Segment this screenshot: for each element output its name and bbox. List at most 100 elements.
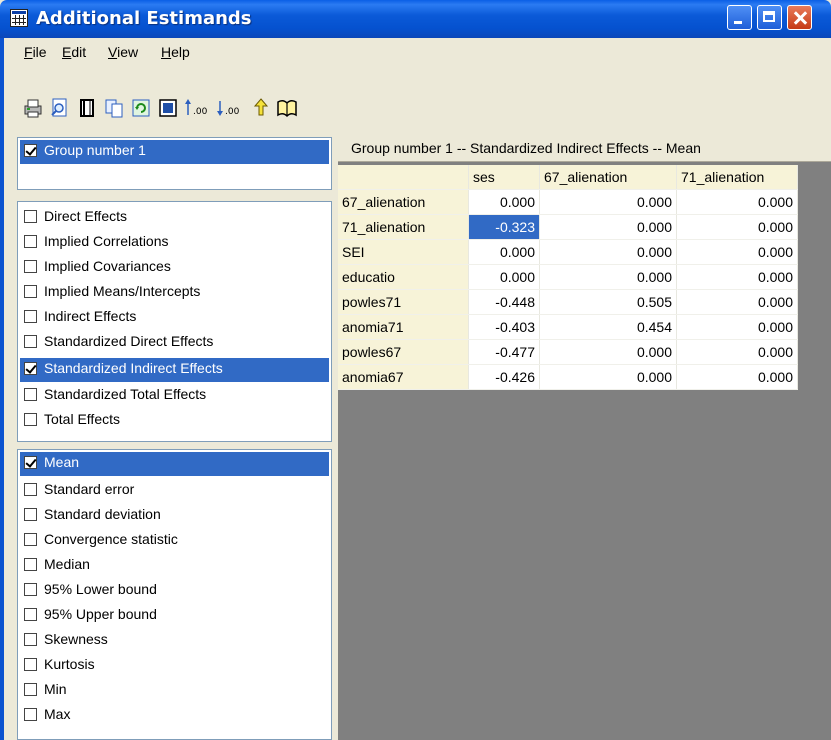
- estimand-checkbox[interactable]: [24, 388, 37, 401]
- statistic-item-selected[interactable]: Mean: [20, 452, 329, 476]
- estimand-checkbox[interactable]: [24, 310, 37, 323]
- estimand-item[interactable]: Total Effects: [24, 409, 337, 433]
- statistic-checkbox[interactable]: [24, 583, 37, 596]
- statistic-item[interactable]: Min: [24, 679, 337, 703]
- table-icon: [10, 9, 28, 27]
- row-header[interactable]: educatio: [338, 264, 469, 290]
- estimand-item[interactable]: Standardized Direct Effects: [24, 331, 337, 355]
- statistic-checkbox[interactable]: [24, 658, 37, 671]
- table-cell[interactable]: 0.505: [539, 289, 677, 315]
- statistic-item[interactable]: Convergence statistic: [24, 529, 337, 553]
- decrease-decimals-icon[interactable]: .00: [216, 97, 244, 119]
- table-cell[interactable]: 0.000: [539, 189, 677, 215]
- table-cell[interactable]: 0.000: [676, 339, 798, 365]
- title-bar[interactable]: Additional Estimands: [0, 0, 831, 38]
- statistic-item[interactable]: 95% Lower bound: [24, 579, 337, 603]
- statistic-item[interactable]: Standard deviation: [24, 504, 337, 528]
- statistic-item[interactable]: 95% Upper bound: [24, 604, 337, 628]
- table-cell[interactable]: 0.000: [676, 289, 798, 315]
- estimand-item[interactable]: Standardized Total Effects: [24, 384, 337, 408]
- row-header[interactable]: SEI: [338, 239, 469, 265]
- row-header[interactable]: 71_alienation: [338, 214, 469, 240]
- copy-page-icon[interactable]: [76, 97, 98, 119]
- statistic-checkbox[interactable]: [24, 683, 37, 696]
- increase-decimals-icon[interactable]: .00: [184, 97, 212, 119]
- print-icon[interactable]: [22, 97, 44, 119]
- estimand-item[interactable]: Direct Effects: [24, 206, 337, 230]
- results-panel: Group number 1 -- Standardized Indirect …: [338, 136, 831, 740]
- column-header[interactable]: ses: [468, 165, 540, 190]
- close-button[interactable]: [787, 5, 812, 30]
- table-row: 67_alienation 0.000 0.000 0.000: [338, 189, 798, 215]
- row-header[interactable]: anomia71: [338, 314, 469, 340]
- table-cell[interactable]: 0.000: [468, 264, 540, 290]
- table-cell[interactable]: 0.000: [539, 339, 677, 365]
- results-table[interactable]: ses 67_alienation 71_alienation 67_alien…: [338, 165, 798, 390]
- estimand-checkbox[interactable]: [24, 285, 37, 298]
- table-cell[interactable]: -0.403: [468, 314, 540, 340]
- help-book-icon[interactable]: [276, 97, 298, 119]
- statistic-item[interactable]: Median: [24, 554, 337, 578]
- column-header[interactable]: 67_alienation: [539, 165, 677, 190]
- statistic-item[interactable]: Max: [24, 704, 337, 728]
- estimand-checkbox[interactable]: [24, 235, 37, 248]
- hint-icon[interactable]: [250, 97, 272, 119]
- estimand-checkbox[interactable]: [24, 335, 37, 348]
- table-cell[interactable]: 0.000: [676, 364, 798, 390]
- table-cell[interactable]: 0.000: [676, 239, 798, 265]
- table-cell[interactable]: 0.000: [676, 314, 798, 340]
- maximize-button[interactable]: [757, 5, 782, 30]
- minimize-button[interactable]: [727, 5, 752, 30]
- table-cell[interactable]: 0.000: [676, 214, 798, 240]
- statistic-checkbox[interactable]: [24, 483, 37, 496]
- statistic-checkbox[interactable]: [24, 508, 37, 521]
- table-cell[interactable]: 0.000: [539, 364, 677, 390]
- table-cell[interactable]: 0.000: [468, 239, 540, 265]
- estimand-item[interactable]: Indirect Effects: [24, 306, 337, 330]
- statistic-checkbox[interactable]: [24, 456, 37, 469]
- menu-view[interactable]: View: [108, 44, 138, 60]
- estimand-checkbox[interactable]: [24, 210, 37, 223]
- statistic-item[interactable]: Skewness: [24, 629, 337, 653]
- row-header[interactable]: 67_alienation: [338, 189, 469, 215]
- row-header[interactable]: anomia67: [338, 364, 469, 390]
- selected-table-cell[interactable]: -0.323: [468, 214, 540, 240]
- statistic-item[interactable]: Standard error: [24, 479, 337, 503]
- statistic-checkbox[interactable]: [24, 633, 37, 646]
- estimand-item[interactable]: Implied Correlations: [24, 231, 337, 255]
- estimand-checkbox[interactable]: [24, 413, 37, 426]
- estimand-item[interactable]: Implied Means/Intercepts: [24, 281, 337, 305]
- table-cell[interactable]: 0.000: [539, 264, 677, 290]
- estimand-item[interactable]: Implied Covariances: [24, 256, 337, 280]
- table-cell[interactable]: 0.000: [539, 239, 677, 265]
- group-item[interactable]: Group number 1: [20, 140, 329, 164]
- group-checkbox[interactable]: [24, 144, 37, 157]
- menu-file[interactable]: File: [24, 44, 47, 60]
- table-cell[interactable]: 0.000: [676, 264, 798, 290]
- table-cell[interactable]: -0.477: [468, 339, 540, 365]
- table-cell[interactable]: 0.000: [539, 214, 677, 240]
- statistic-checkbox[interactable]: [24, 558, 37, 571]
- estimand-item-selected[interactable]: Standardized Indirect Effects: [20, 358, 329, 382]
- copy-icon[interactable]: [103, 97, 125, 119]
- preview-icon[interactable]: [49, 97, 71, 119]
- menu-help[interactable]: Help: [161, 44, 190, 60]
- estimand-checkbox[interactable]: [24, 260, 37, 273]
- table-cell[interactable]: 0.000: [468, 189, 540, 215]
- row-header[interactable]: powles71: [338, 289, 469, 315]
- table-cell[interactable]: 0.454: [539, 314, 677, 340]
- table-row: educatio 0.000 0.000 0.000: [338, 264, 798, 290]
- column-header[interactable]: 71_alienation: [676, 165, 798, 190]
- refresh-icon[interactable]: [130, 97, 152, 119]
- row-header[interactable]: powles67: [338, 339, 469, 365]
- menu-edit[interactable]: Edit: [62, 44, 86, 60]
- statistic-checkbox[interactable]: [24, 533, 37, 546]
- estimand-checkbox[interactable]: [24, 362, 37, 375]
- statistic-checkbox[interactable]: [24, 608, 37, 621]
- options-icon[interactable]: [157, 97, 179, 119]
- statistic-item[interactable]: Kurtosis: [24, 654, 337, 678]
- table-cell[interactable]: 0.000: [676, 189, 798, 215]
- table-cell[interactable]: -0.448: [468, 289, 540, 315]
- table-cell[interactable]: -0.426: [468, 364, 540, 390]
- statistic-checkbox[interactable]: [24, 708, 37, 721]
